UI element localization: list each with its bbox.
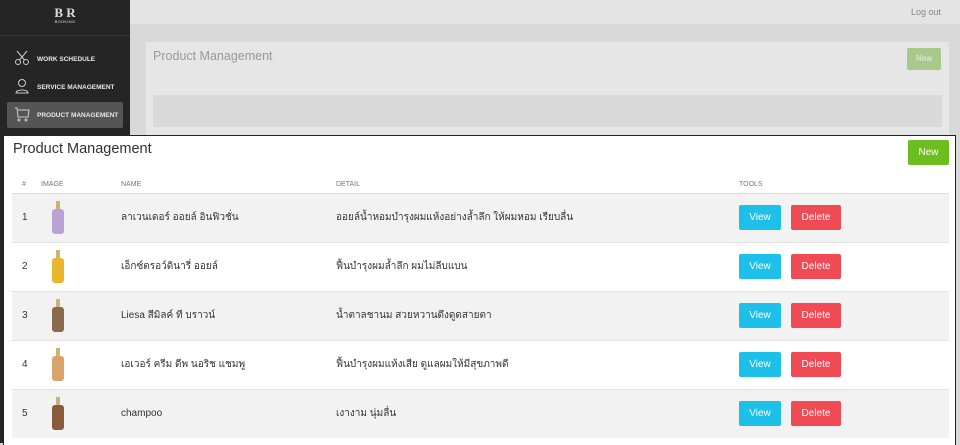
product-name: Liesa สีมิลค์ ที บราวน์ (121, 290, 336, 340)
logo[interactable]: B R BOOKING (0, 0, 130, 36)
delete-button[interactable]: Delete (791, 401, 841, 427)
col-tools: TOOLS (739, 176, 949, 194)
product-image (41, 347, 75, 383)
sidebar-item-service-management[interactable]: SERVICE MANAGEMENT (7, 74, 123, 100)
table-row: 5 champoo เงางาม นุ่มลื่น View Delete (12, 388, 949, 438)
cart-icon (14, 106, 37, 124)
view-button[interactable]: View (739, 205, 781, 230)
product-detail: เงางาม นุ่มลื่น (336, 388, 739, 438)
table-row: 3 Liesa สีมิลค์ ที บราวน์ น้ำตาลชานม สวยหว… (12, 290, 949, 340)
new-product-button[interactable]: New (908, 140, 949, 165)
sidebar-item-work-schedule[interactable]: WORK SCHEDULE (7, 46, 123, 72)
product-detail: ออยล์น้ำหอมบำรุงผมแห้งอย่างล้ำลึก ให้ผมห… (336, 192, 739, 242)
product-name: ลาเวนเดอร์ ออยล์ อินฟิวชั่น (121, 192, 336, 242)
background-title: Product Management (153, 49, 273, 63)
product-image (41, 396, 75, 432)
col-number: # (12, 176, 41, 194)
logout-link[interactable]: Log out (911, 7, 941, 17)
row-number: 4 (12, 339, 41, 389)
table-row: 2 เอ็กซ์ตรอว์ดินารี่ ออยล์ ฟื้นบำรุงผมล้ำล… (12, 241, 949, 291)
scissors-icon (14, 50, 37, 68)
background-row (153, 95, 942, 127)
product-table: # IMAGE NAME DETAIL TOOLS 1 ลาเวนเดอร์ ออ… (12, 176, 949, 438)
product-name: เอ็กซ์ตรอว์ดินารี่ ออยล์ (121, 241, 336, 291)
delete-button[interactable]: Delete (791, 205, 841, 230)
view-button[interactable]: View (739, 401, 781, 427)
row-number: 2 (12, 241, 41, 291)
row-number: 1 (12, 192, 41, 242)
topbar: Log out (130, 0, 960, 24)
product-detail: ฟื้นบำรุงผมแห้งเสีย ดูแลผมให้มีสุขภาพดี (336, 339, 739, 389)
product-image (41, 298, 75, 334)
view-button[interactable]: View (739, 303, 781, 328)
product-image (41, 200, 75, 236)
page-title: Product Management (13, 141, 152, 157)
sidebar-item-label: PRODUCT MANAGEMENT (37, 111, 119, 119)
product-detail: น้ำตาลชานม สวยหวานดึงดูดสายตา (336, 290, 739, 340)
product-detail: ฟื้นบำรุงผมล้ำลึก ผมไม่ลีบแบน (336, 241, 739, 291)
row-number: 3 (12, 290, 41, 340)
delete-button[interactable]: Delete (791, 352, 841, 377)
col-name: NAME (121, 176, 336, 194)
user-icon (14, 78, 37, 96)
row-number: 5 (12, 388, 41, 438)
delete-button[interactable]: Delete (791, 303, 841, 328)
col-image: IMAGE (41, 176, 121, 194)
sidebar-item-label: SERVICE MANAGEMENT (37, 83, 115, 91)
background-new-button: New (907, 48, 941, 70)
view-button[interactable]: View (739, 254, 781, 279)
product-name: champoo (121, 388, 336, 438)
table-row: 4 เอเวอร์ ครีม ดีพ นอริช แชมพู ฟื้นบำรุงผม… (12, 339, 949, 389)
sidebar-item-product-management[interactable]: PRODUCT MANAGEMENT (7, 102, 123, 128)
product-name: เอเวอร์ ครีม ดีพ นอริช แชมพู (121, 339, 336, 389)
view-button[interactable]: View (739, 352, 781, 377)
product-image (41, 249, 75, 285)
product-management-panel: Product Management New # IMAGE NAME DETA… (3, 135, 956, 445)
sidebar-item-label: WORK SCHEDULE (37, 55, 96, 63)
delete-button[interactable]: Delete (791, 254, 841, 279)
table-row: 1 ลาเวนเดอร์ ออยล์ อินฟิวชั่น ออยล์น้ำหอมบ… (12, 192, 949, 242)
col-detail: DETAIL (336, 176, 739, 194)
